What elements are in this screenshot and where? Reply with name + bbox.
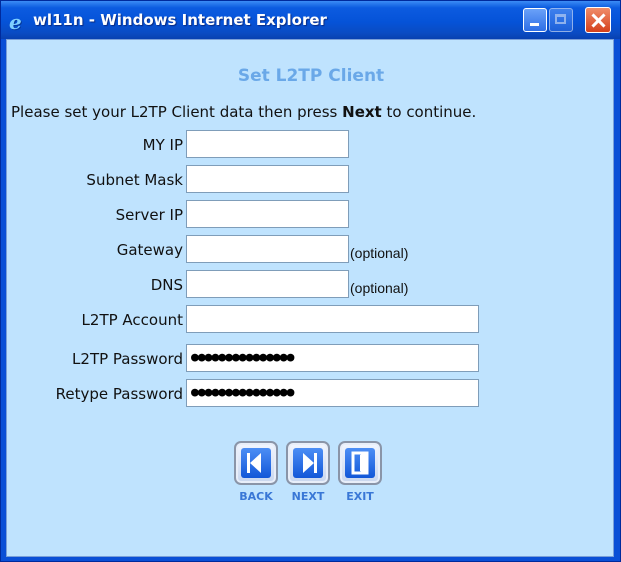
l2tp-password-row: L2TP Password <box>7 344 183 374</box>
maximize-icon[interactable] <box>549 8 573 32</box>
retype-password-label: Retype Password <box>55 385 183 403</box>
exit-button-face <box>345 448 375 478</box>
gateway-input[interactable] <box>186 235 349 263</box>
page-content: Set L2TP Client Please set your L2TP Cli… <box>6 39 614 557</box>
exit-door-icon <box>351 451 369 475</box>
l2tp-password-label: L2TP Password <box>72 350 183 368</box>
back-arrow-icon <box>247 453 261 473</box>
instruction-text: Please set your L2TP Client data then pr… <box>11 103 477 121</box>
next-button-face <box>293 448 323 478</box>
back-button[interactable] <box>234 441 278 485</box>
window-title: wl11n - Windows Internet Explorer <box>33 11 327 29</box>
dns-row: DNS <box>7 270 183 300</box>
next-button[interactable] <box>286 441 330 485</box>
my-ip-label: MY IP <box>142 136 183 154</box>
back-label[interactable]: BACK <box>226 490 286 503</box>
my-ip-input[interactable] <box>186 130 349 158</box>
l2tp-account-row: L2TP Account <box>7 305 183 335</box>
page-title: Set L2TP Client <box>237 66 385 86</box>
exit-button[interactable] <box>338 441 382 485</box>
l2tp-account-label: L2TP Account <box>81 311 183 329</box>
gateway-optional-note: (optional) <box>350 245 409 261</box>
retype-password-input[interactable]: ●●●●●●●●●●●●●●● <box>186 379 479 407</box>
back-button-face <box>241 448 271 478</box>
retype-password-row: Retype Password <box>7 379 183 409</box>
server-ip-input[interactable] <box>186 200 349 228</box>
l2tp-account-input[interactable] <box>186 305 479 333</box>
browser-window: e wl11n - Windows Internet Explorer Set … <box>0 0 621 562</box>
next-label[interactable]: NEXT <box>278 490 338 503</box>
my-ip-row: MY IP <box>7 130 183 160</box>
dns-label: DNS <box>150 276 183 294</box>
next-arrow-icon <box>303 453 317 473</box>
server-ip-label: Server IP <box>115 206 183 224</box>
exit-label[interactable]: EXIT <box>330 490 390 503</box>
minimize-icon[interactable] <box>523 8 547 32</box>
l2tp-password-input[interactable]: ●●●●●●●●●●●●●●● <box>186 344 479 372</box>
dns-input[interactable] <box>186 270 349 298</box>
gateway-row: Gateway <box>7 235 183 265</box>
close-icon[interactable] <box>585 7 611 33</box>
subnet-mask-input[interactable] <box>186 165 349 193</box>
ie-icon: e <box>9 10 22 34</box>
dns-optional-note: (optional) <box>350 280 409 296</box>
server-ip-row: Server IP <box>7 200 183 230</box>
subnet-mask-label: Subnet Mask <box>86 171 183 189</box>
gateway-label: Gateway <box>116 241 183 259</box>
title-bar[interactable]: e wl11n - Windows Internet Explorer <box>1 1 620 39</box>
subnet-mask-row: Subnet Mask <box>7 165 183 195</box>
